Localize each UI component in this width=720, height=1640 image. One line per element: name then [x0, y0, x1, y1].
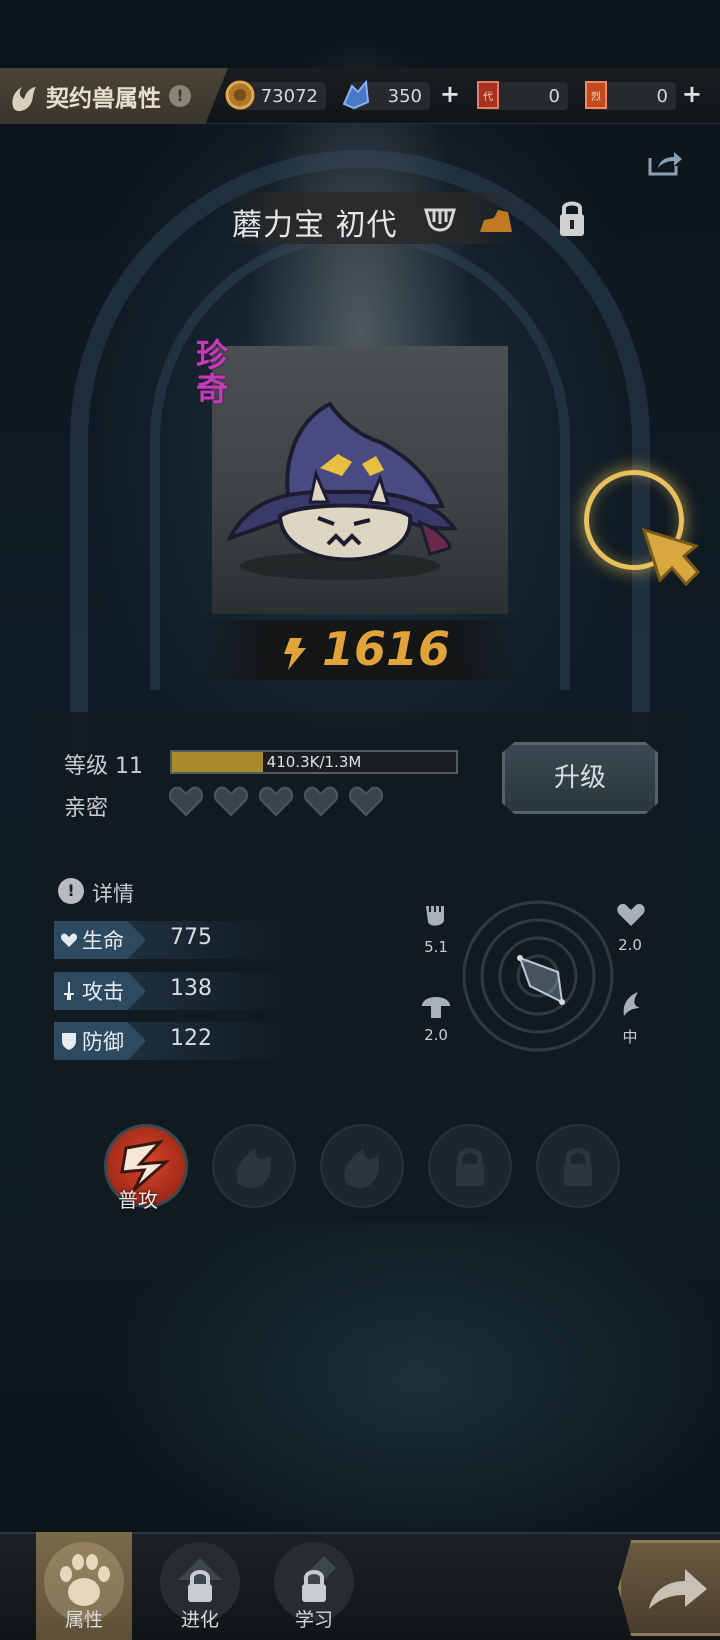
radar-chart [462, 900, 614, 1052]
stat-tag-attack: 攻击 [54, 972, 146, 1010]
mushroom-icon [422, 997, 450, 1018]
power-value: 1616 [322, 622, 451, 676]
stat-row-attack: 攻击 138 [54, 972, 284, 1010]
heart-icon [348, 786, 384, 817]
screen-title-tab: 契约兽属性 ! [0, 68, 228, 124]
upgrade-button[interactable]: 升级 [502, 742, 658, 814]
add-ticket-button[interactable]: + [682, 80, 702, 108]
resource-coin: 73072 [225, 80, 326, 110]
lock-icon [456, 1148, 484, 1186]
tab-attributes[interactable]: 属性 [36, 1532, 132, 1640]
lock-icon [564, 1148, 592, 1186]
flame-icon [236, 1148, 272, 1188]
learn-lock-icon [302, 1556, 336, 1602]
details-title: 详情 [92, 882, 134, 906]
claw-grip-icon [424, 208, 456, 232]
stat-row-hp: 生命 775 [54, 921, 284, 959]
screen-title: 契约兽属性 [46, 86, 161, 112]
tab-label: 属性 [64, 1609, 103, 1631]
pointer-hand-icon [641, 527, 701, 587]
crystal-value: 350 [387, 85, 422, 107]
stat-tag-defense: 防御 [54, 1022, 146, 1060]
paw-icon [60, 1554, 110, 1606]
heart-icon [258, 786, 294, 817]
exclamation-icon[interactable]: ! [169, 85, 191, 107]
resource-ticket-b: 烈 0 + [585, 80, 702, 110]
xp-text: 410.3K/1.3M [266, 753, 362, 771]
pet-name: 蘑力宝 初代 [232, 208, 398, 243]
skill-slot-3[interactable] [320, 1124, 404, 1208]
stat-row-defense: 防御 122 [54, 1022, 284, 1060]
tab-label: 学习 [294, 1609, 333, 1631]
heart-icon [168, 786, 204, 817]
resource-crystal: 350 + [342, 79, 460, 110]
stat-value: 122 [170, 1026, 212, 1051]
ticket-a-value: 0 [548, 85, 560, 107]
sword-icon [64, 982, 74, 1000]
stat-value: 138 [170, 976, 212, 1001]
share-icon[interactable] [646, 148, 684, 178]
svg-text:烈: 烈 [591, 91, 601, 103]
claw-icon [12, 87, 36, 112]
heart-icon [617, 903, 645, 926]
next-button[interactable] [618, 1540, 720, 1636]
wing-icon [623, 992, 640, 1016]
add-crystal-button[interactable]: + [440, 80, 460, 108]
rarity-label: 珍奇 [196, 336, 229, 408]
skill-slot-5[interactable] [536, 1124, 620, 1208]
skill-slot-4[interactable] [428, 1124, 512, 1208]
power-icon [284, 638, 306, 670]
heart-icon [60, 933, 78, 947]
flame-icon [344, 1148, 380, 1188]
pet-portrait [226, 401, 458, 580]
lock-icon[interactable] [556, 196, 588, 238]
top-bar: 契约兽属性 ! 73072 350 + 代 0 烈 0 + [0, 68, 720, 124]
exclamation-icon[interactable]: ! [58, 878, 84, 904]
stat-value: 775 [170, 925, 212, 950]
radar-fist-value: 5.1 [424, 938, 448, 956]
tab-learn[interactable]: 学习 [266, 1532, 362, 1640]
evolve-lock-icon [178, 1558, 222, 1602]
coin-value: 73072 [260, 85, 318, 107]
arrow-right-icon [649, 1569, 707, 1609]
tab-evolve[interactable]: 进化 [152, 1532, 248, 1640]
level-label: 等级 11 [64, 754, 143, 779]
svg-text:代: 代 [483, 91, 493, 103]
heart-icon [303, 786, 339, 817]
crystal-icon [342, 79, 370, 110]
xp-bar: 410.3K/1.3M [170, 750, 458, 774]
intimacy-label: 亲密 [64, 796, 109, 821]
boot-icon [480, 210, 512, 232]
shield-icon [62, 1033, 76, 1050]
radar-heart-value: 2.0 [618, 936, 642, 954]
skill-label-basic: 普攻 [118, 1188, 158, 1212]
stat-label: 攻击 [82, 980, 124, 1004]
radar-wing-value: 中 [622, 1028, 638, 1046]
radar-mushroom-value: 2.0 [424, 1026, 448, 1044]
ticket-b-value: 0 [656, 85, 668, 107]
skill-slot-2[interactable] [212, 1124, 296, 1208]
stat-label: 防御 [82, 1030, 124, 1054]
ticket-icon: 代 [477, 81, 499, 109]
stat-tag-hp: 生命 [54, 921, 146, 959]
coin-icon [225, 80, 255, 110]
resource-ticket-a: 代 0 [477, 81, 568, 110]
ticket-icon: 烈 [585, 81, 607, 109]
fist-icon [426, 906, 444, 926]
tab-label: 进化 [180, 1609, 219, 1631]
heart-icon [213, 786, 249, 817]
stat-label: 生命 [82, 929, 124, 953]
